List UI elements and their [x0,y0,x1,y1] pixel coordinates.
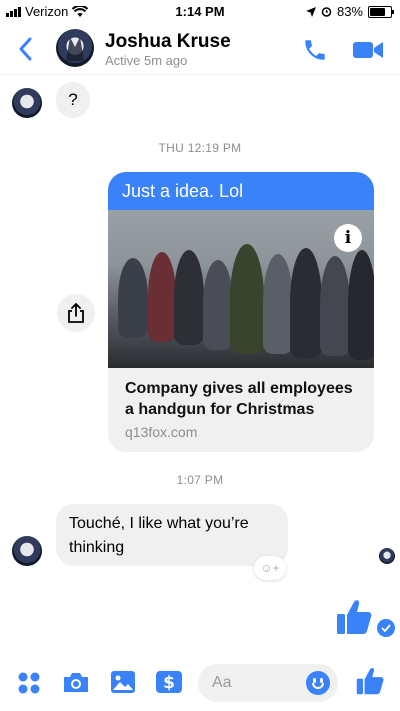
location-arrow-icon [305,6,316,17]
contact-status: Active 5m ago [105,53,188,68]
battery-percent: 83% [336,4,363,19]
contact-avatar-small[interactable] [12,536,42,566]
incoming-message[interactable]: Touché, I like what you’re thinking [56,504,288,566]
back-chevron-icon[interactable] [16,36,36,62]
article-domain: q13fox.com [125,424,198,440]
status-bar: Verizon 1:14 PM 83% [0,0,400,22]
link-share-card[interactable]: Just a idea. Lol i Company gives all emp… [108,172,374,452]
photo-icon[interactable] [110,670,136,694]
share-button[interactable] [57,294,95,332]
checkmark-icon [381,624,391,632]
incoming-message[interactable]: ? [56,82,90,118]
camera-icon[interactable] [62,670,90,694]
message-input[interactable]: Aa [198,664,338,702]
outgoing-message: Just a idea. Lol [108,172,374,210]
alarm-icon [321,7,332,17]
message-input-placeholder: Aa [212,674,232,691]
read-receipt-avatar [379,548,395,564]
thumbs-up-icon[interactable] [336,598,372,636]
timestamp: THU 12:19 PM [158,141,242,155]
share-icon [68,302,84,323]
info-icon[interactable]: i [334,224,362,252]
message-composer: $ Aa [0,654,400,711]
article-title: Company gives all employees a handgun fo… [125,380,353,418]
payment-icon[interactable]: $ [155,670,183,694]
emoji-icon[interactable] [306,671,330,695]
contact-avatar-small[interactable] [12,88,42,118]
apps-grid-icon[interactable] [16,670,42,696]
add-reaction-icon[interactable]: ☺+ [254,556,286,580]
article-thumbnail[interactable]: i [108,210,374,368]
contact-name[interactable]: Joshua Kruse [105,31,231,53]
delivered-checkmark [377,619,395,637]
timestamp: 1:07 PM [176,473,224,487]
svg-text:$: $ [163,673,175,693]
conversation-header: Joshua Kruse Active 5m ago [0,22,400,75]
thumbs-up-icon[interactable] [356,666,384,696]
battery-icon [368,5,394,18]
phone-icon[interactable] [302,37,328,63]
video-camera-icon[interactable] [352,39,384,61]
contact-avatar[interactable] [56,29,94,67]
